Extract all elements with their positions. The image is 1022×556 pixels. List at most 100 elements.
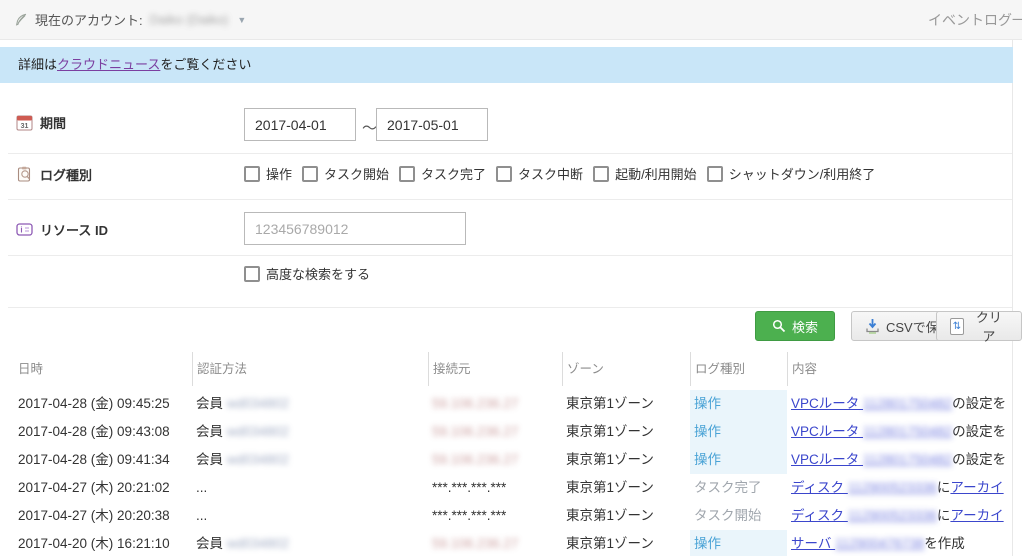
search-button[interactable]: 検索: [755, 311, 835, 341]
content-text: の設定を: [952, 424, 1006, 439]
checkbox-label: タスク開始: [324, 164, 389, 183]
logtype-checkbox-row: 操作 タスク開始 タスク完了 タスク中断 起動/利用開始シャットダウン/利用終了: [244, 164, 875, 183]
log-list-icon: [16, 166, 33, 183]
cloud-news-link[interactable]: クラウドニュース: [57, 57, 160, 72]
cell-datetime: 2017-04-20 (木) 16:21:10: [14, 530, 192, 556]
logtype-checkbox-5[interactable]: シャットダウン/利用終了: [707, 164, 876, 183]
content-resource-link[interactable]: サーバ: [791, 536, 835, 551]
cell-log-type: 操作: [690, 390, 787, 418]
cell-content: ディスク 112900523336にアーカイ: [787, 474, 1022, 502]
cell-content: サーバ 112900476738を作成: [787, 530, 1022, 556]
resource-id-input[interactable]: [244, 212, 466, 245]
logtype-checkbox-4[interactable]: 起動/利用開始: [593, 164, 697, 183]
auth-label: 会員: [196, 536, 223, 551]
table-row: 2017-04-28 (金) 09:41:34会員 wd03480259.106…: [0, 446, 1022, 474]
cell-source: ***.***.***.***: [428, 502, 562, 530]
table-row: 2017-04-27 (木) 20:21:02...***.***.***.**…: [0, 474, 1022, 502]
auth-id-blurred: wd034802: [223, 536, 289, 551]
cell-datetime: 2017-04-28 (金) 09:45:25: [14, 390, 192, 418]
cell-auth-method: ...: [192, 502, 428, 530]
column-header: 日時: [14, 352, 192, 386]
cell-log-type: 操作: [690, 418, 787, 446]
clear-button-label: クリア: [970, 307, 1008, 345]
checkbox-label: タスク完了: [421, 164, 486, 183]
column-header: 接続元: [428, 352, 562, 386]
cell-log-type: タスク開始: [690, 502, 787, 530]
table-row: 2017-04-20 (木) 16:21:10会員 wd03480259.106…: [0, 530, 1022, 556]
checkbox[interactable]: [707, 166, 723, 182]
cell-auth-method: 会員 wd034802: [192, 446, 428, 474]
auth-label: 会員: [196, 424, 223, 439]
cell-source: 59.106.236.27: [428, 418, 562, 446]
cell-auth-method: ...: [192, 474, 428, 502]
cell-auth-method: 会員 wd034802: [192, 530, 428, 556]
advanced-search-checkbox[interactable]: 高度な検索をする: [244, 264, 370, 283]
checkbox[interactable]: [302, 166, 318, 182]
cell-content: VPCルータ 112801750482の設定を: [787, 446, 1022, 474]
checkbox[interactable]: [496, 166, 512, 182]
cell-content: VPCルータ 112801750482の設定を: [787, 418, 1022, 446]
logtype-checkbox-0[interactable]: 操作: [244, 164, 292, 183]
content-resource-link[interactable]: アーカイ: [950, 508, 1003, 523]
cell-zone: 東京第1ゾーン: [562, 502, 690, 530]
cell-content: ディスク 112900523336にアーカイ: [787, 502, 1022, 530]
table-header-row: 日時認証方法接続元ゾーンログ種別内容: [0, 352, 1022, 386]
auth-id-blurred: wd034802: [223, 424, 289, 439]
cell-zone: 東京第1ゾーン: [562, 390, 690, 418]
logtype-checkbox-1[interactable]: タスク開始: [302, 164, 389, 183]
notice-prefix: 詳細は: [18, 57, 57, 72]
logtype-checkbox-3[interactable]: タスク中断: [496, 164, 583, 183]
checkbox[interactable]: [244, 266, 260, 282]
period-to-input[interactable]: [376, 108, 488, 141]
auth-id-blurred: wd034802: [223, 396, 289, 411]
content-resource-link[interactable]: アーカイ: [950, 480, 1003, 495]
checkbox[interactable]: [593, 166, 609, 182]
checkbox[interactable]: [399, 166, 415, 182]
content-resource-link[interactable]: VPCルータ: [791, 396, 863, 411]
period-from-input[interactable]: [244, 108, 356, 141]
source-ip: ***.***.***.***: [432, 508, 506, 523]
search-button-label: 検索: [792, 317, 818, 336]
account-name: Daiko (Daiko): [150, 12, 229, 27]
column-header: 認証方法: [192, 352, 428, 386]
account-label: 現在のアカウント:: [35, 10, 143, 29]
cell-source: 59.106.236.27: [428, 446, 562, 474]
checkbox-label: 起動/利用開始: [615, 164, 697, 183]
source-ip: 59.106.236.27: [432, 536, 518, 551]
content-resource-link[interactable]: ディスク: [791, 480, 848, 495]
notice-suffix: をご覧ください: [160, 57, 251, 72]
table-row: 2017-04-28 (金) 09:45:25会員 wd03480259.106…: [0, 390, 1022, 418]
cell-source: 59.106.236.27: [428, 390, 562, 418]
notice-bar: 詳細はクラウドニュースをご覧ください: [0, 47, 1013, 83]
account-selector[interactable]: 現在のアカウント: Daiko (Daiko) ▼: [14, 10, 246, 29]
content-text: に: [937, 480, 951, 495]
separator: [8, 199, 1012, 200]
source-ip: 59.106.236.27: [432, 396, 518, 411]
source-ip: 59.106.236.27: [432, 424, 518, 439]
event-log-page: 現在のアカウント: Daiko (Daiko) ▼ イベントログ一覧 詳細はクラ…: [0, 0, 1022, 556]
checkbox[interactable]: [244, 166, 260, 182]
cell-auth-method: 会員 wd034802: [192, 418, 428, 446]
svg-text:31: 31: [21, 123, 29, 130]
clear-button[interactable]: ⇅ クリア: [936, 311, 1022, 341]
logtype-checkbox-2[interactable]: タスク完了: [399, 164, 486, 183]
logtype-label: ログ種別: [16, 165, 92, 184]
content-id-blurred: 112801750482: [863, 424, 952, 439]
content-id-blurred: 112900523336: [848, 508, 937, 523]
content-resource-link[interactable]: ディスク: [791, 508, 848, 523]
cell-datetime: 2017-04-28 (金) 09:43:08: [14, 418, 192, 446]
search-icon: [772, 319, 786, 333]
cell-datetime: 2017-04-27 (木) 20:21:02: [14, 474, 192, 502]
period-separator: ～: [362, 117, 377, 138]
separator: [8, 307, 1012, 308]
resource-id-label: i リソース ID: [16, 220, 108, 239]
period-label-text: 期間: [40, 113, 66, 132]
resource-id-label-text: リソース ID: [40, 220, 108, 239]
checkbox-label: タスク中断: [518, 164, 583, 183]
content-resource-link[interactable]: VPCルータ: [791, 424, 863, 439]
logtype-label-text: ログ種別: [40, 165, 92, 184]
separator: [8, 153, 1012, 154]
cell-source: ***.***.***.***: [428, 474, 562, 502]
column-header: ログ種別: [690, 352, 787, 386]
content-resource-link[interactable]: VPCルータ: [791, 452, 863, 467]
